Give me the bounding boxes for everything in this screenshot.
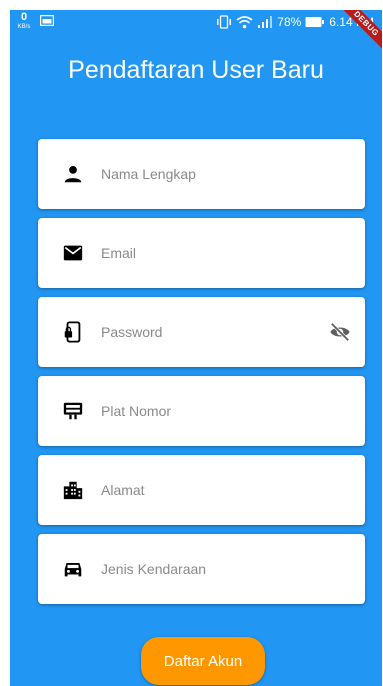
full-name-field[interactable]: Nama Lengkap — [38, 139, 365, 209]
license-plate-placeholder: Plat Nomor — [101, 403, 172, 419]
phone-lock-icon — [64, 321, 81, 343]
license-plate-icon — [63, 402, 83, 420]
person-icon — [64, 166, 82, 183]
car-icon — [64, 563, 82, 577]
vehicle-type-field[interactable]: Jenis Kendaraan — [38, 534, 365, 604]
battery-percent: 78% — [277, 15, 302, 29]
app-screen: 0 KB/s 78% 6.14 PM DEBUG Pendaftaran Use… — [10, 10, 382, 686]
password-field[interactable]: Password — [38, 297, 365, 367]
register-account-button[interactable]: Daftar Akun — [141, 637, 265, 685]
visibility-off-icon[interactable] — [329, 321, 351, 343]
address-field[interactable]: Alamat — [38, 455, 365, 525]
email-icon — [63, 245, 83, 261]
full-name-placeholder: Nama Lengkap — [101, 166, 196, 182]
vibrate-icon — [217, 15, 232, 29]
gallery-icon — [40, 15, 54, 26]
network-speed-value: 0 — [20, 11, 28, 23]
email-field[interactable]: Email — [38, 218, 365, 288]
vehicle-type-placeholder: Jenis Kendaraan — [101, 561, 207, 577]
wifi-icon — [236, 16, 253, 29]
battery-icon — [305, 17, 325, 27]
network-speed-unit: KB/s — [17, 24, 31, 30]
signal-icon — [258, 16, 273, 28]
page-title: Pendaftaran User Baru — [68, 56, 324, 84]
status-bar: 0 KB/s 78% 6.14 PM — [10, 10, 382, 38]
address-placeholder: Alamat — [101, 482, 145, 498]
email-placeholder: Email — [101, 245, 137, 261]
network-speed: 0 KB/s — [16, 11, 32, 32]
building-icon — [63, 481, 83, 500]
license-plate-field[interactable]: Plat Nomor — [38, 376, 365, 446]
password-placeholder: Password — [101, 324, 163, 340]
